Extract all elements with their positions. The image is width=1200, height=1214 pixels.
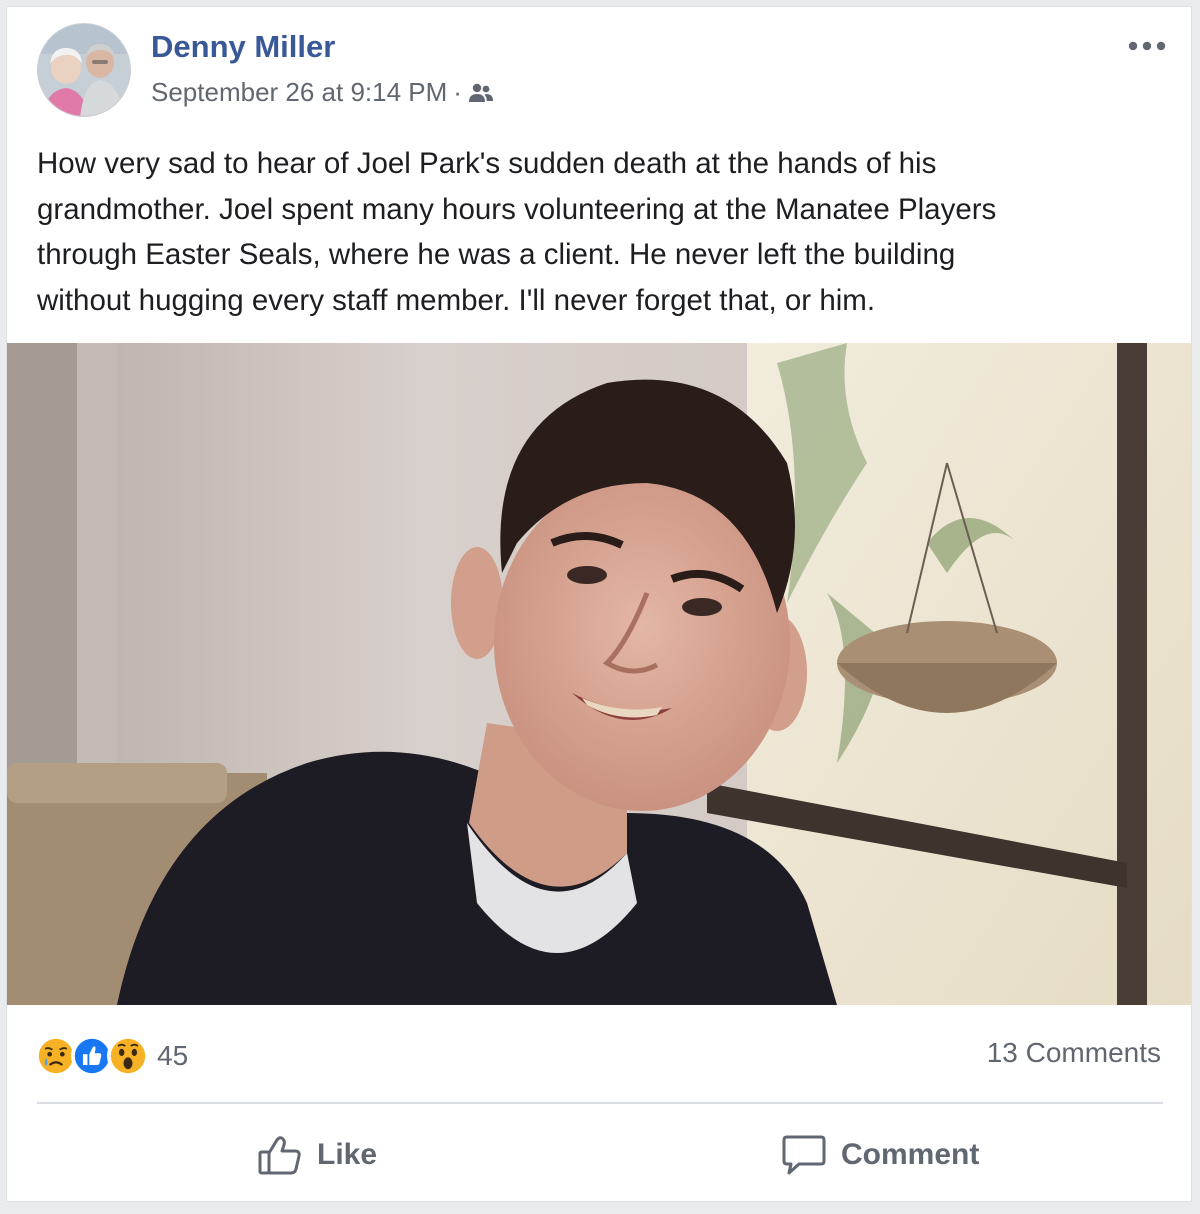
post-text-line: grandmother. Joel spent many hours volun… [37,192,997,226]
like-button[interactable]: Like [257,1127,377,1183]
meta-separator: · [453,77,462,107]
author-name[interactable]: Denny Miller [151,29,335,65]
like-button-label: Like [317,1138,378,1171]
post-timestamp[interactable]: September 26 at 9:14 PM [151,77,447,108]
post-photo-image [7,343,1191,1005]
author-avatar[interactable] [37,23,131,117]
post-photo[interactable] [7,343,1191,1005]
avatar-photo [38,24,130,116]
actions-divider [37,1102,1163,1104]
post-text: How very sad to hear of Joel Park's sudd… [37,141,1177,323]
reactions-summary[interactable]: 45 [35,1033,188,1079]
friends-icon[interactable] [468,82,494,104]
comment-button-label: Comment [841,1138,980,1171]
post-text-line: How very sad to hear of Joel Park's sudd… [37,147,937,180]
post-card: Denny Miller September 26 at 9:14 PM · H… [6,6,1192,1202]
post-text-line: through Easter Seals, where he was a cli… [37,238,956,271]
more-options-icon[interactable] [1125,31,1169,61]
thumbs-up-icon [258,1136,301,1175]
post-meta: September 26 at 9:14 PM · [151,77,494,108]
reactions-count[interactable]: 45 [157,1040,188,1072]
comments-count[interactable]: 13 Comments [987,1037,1161,1069]
comment-icon [782,1135,826,1175]
comment-button[interactable]: Comment [781,1127,979,1183]
wow-reaction-icon [107,1035,149,1077]
post-text-line: without hugging every staff member. I'll… [37,283,876,317]
